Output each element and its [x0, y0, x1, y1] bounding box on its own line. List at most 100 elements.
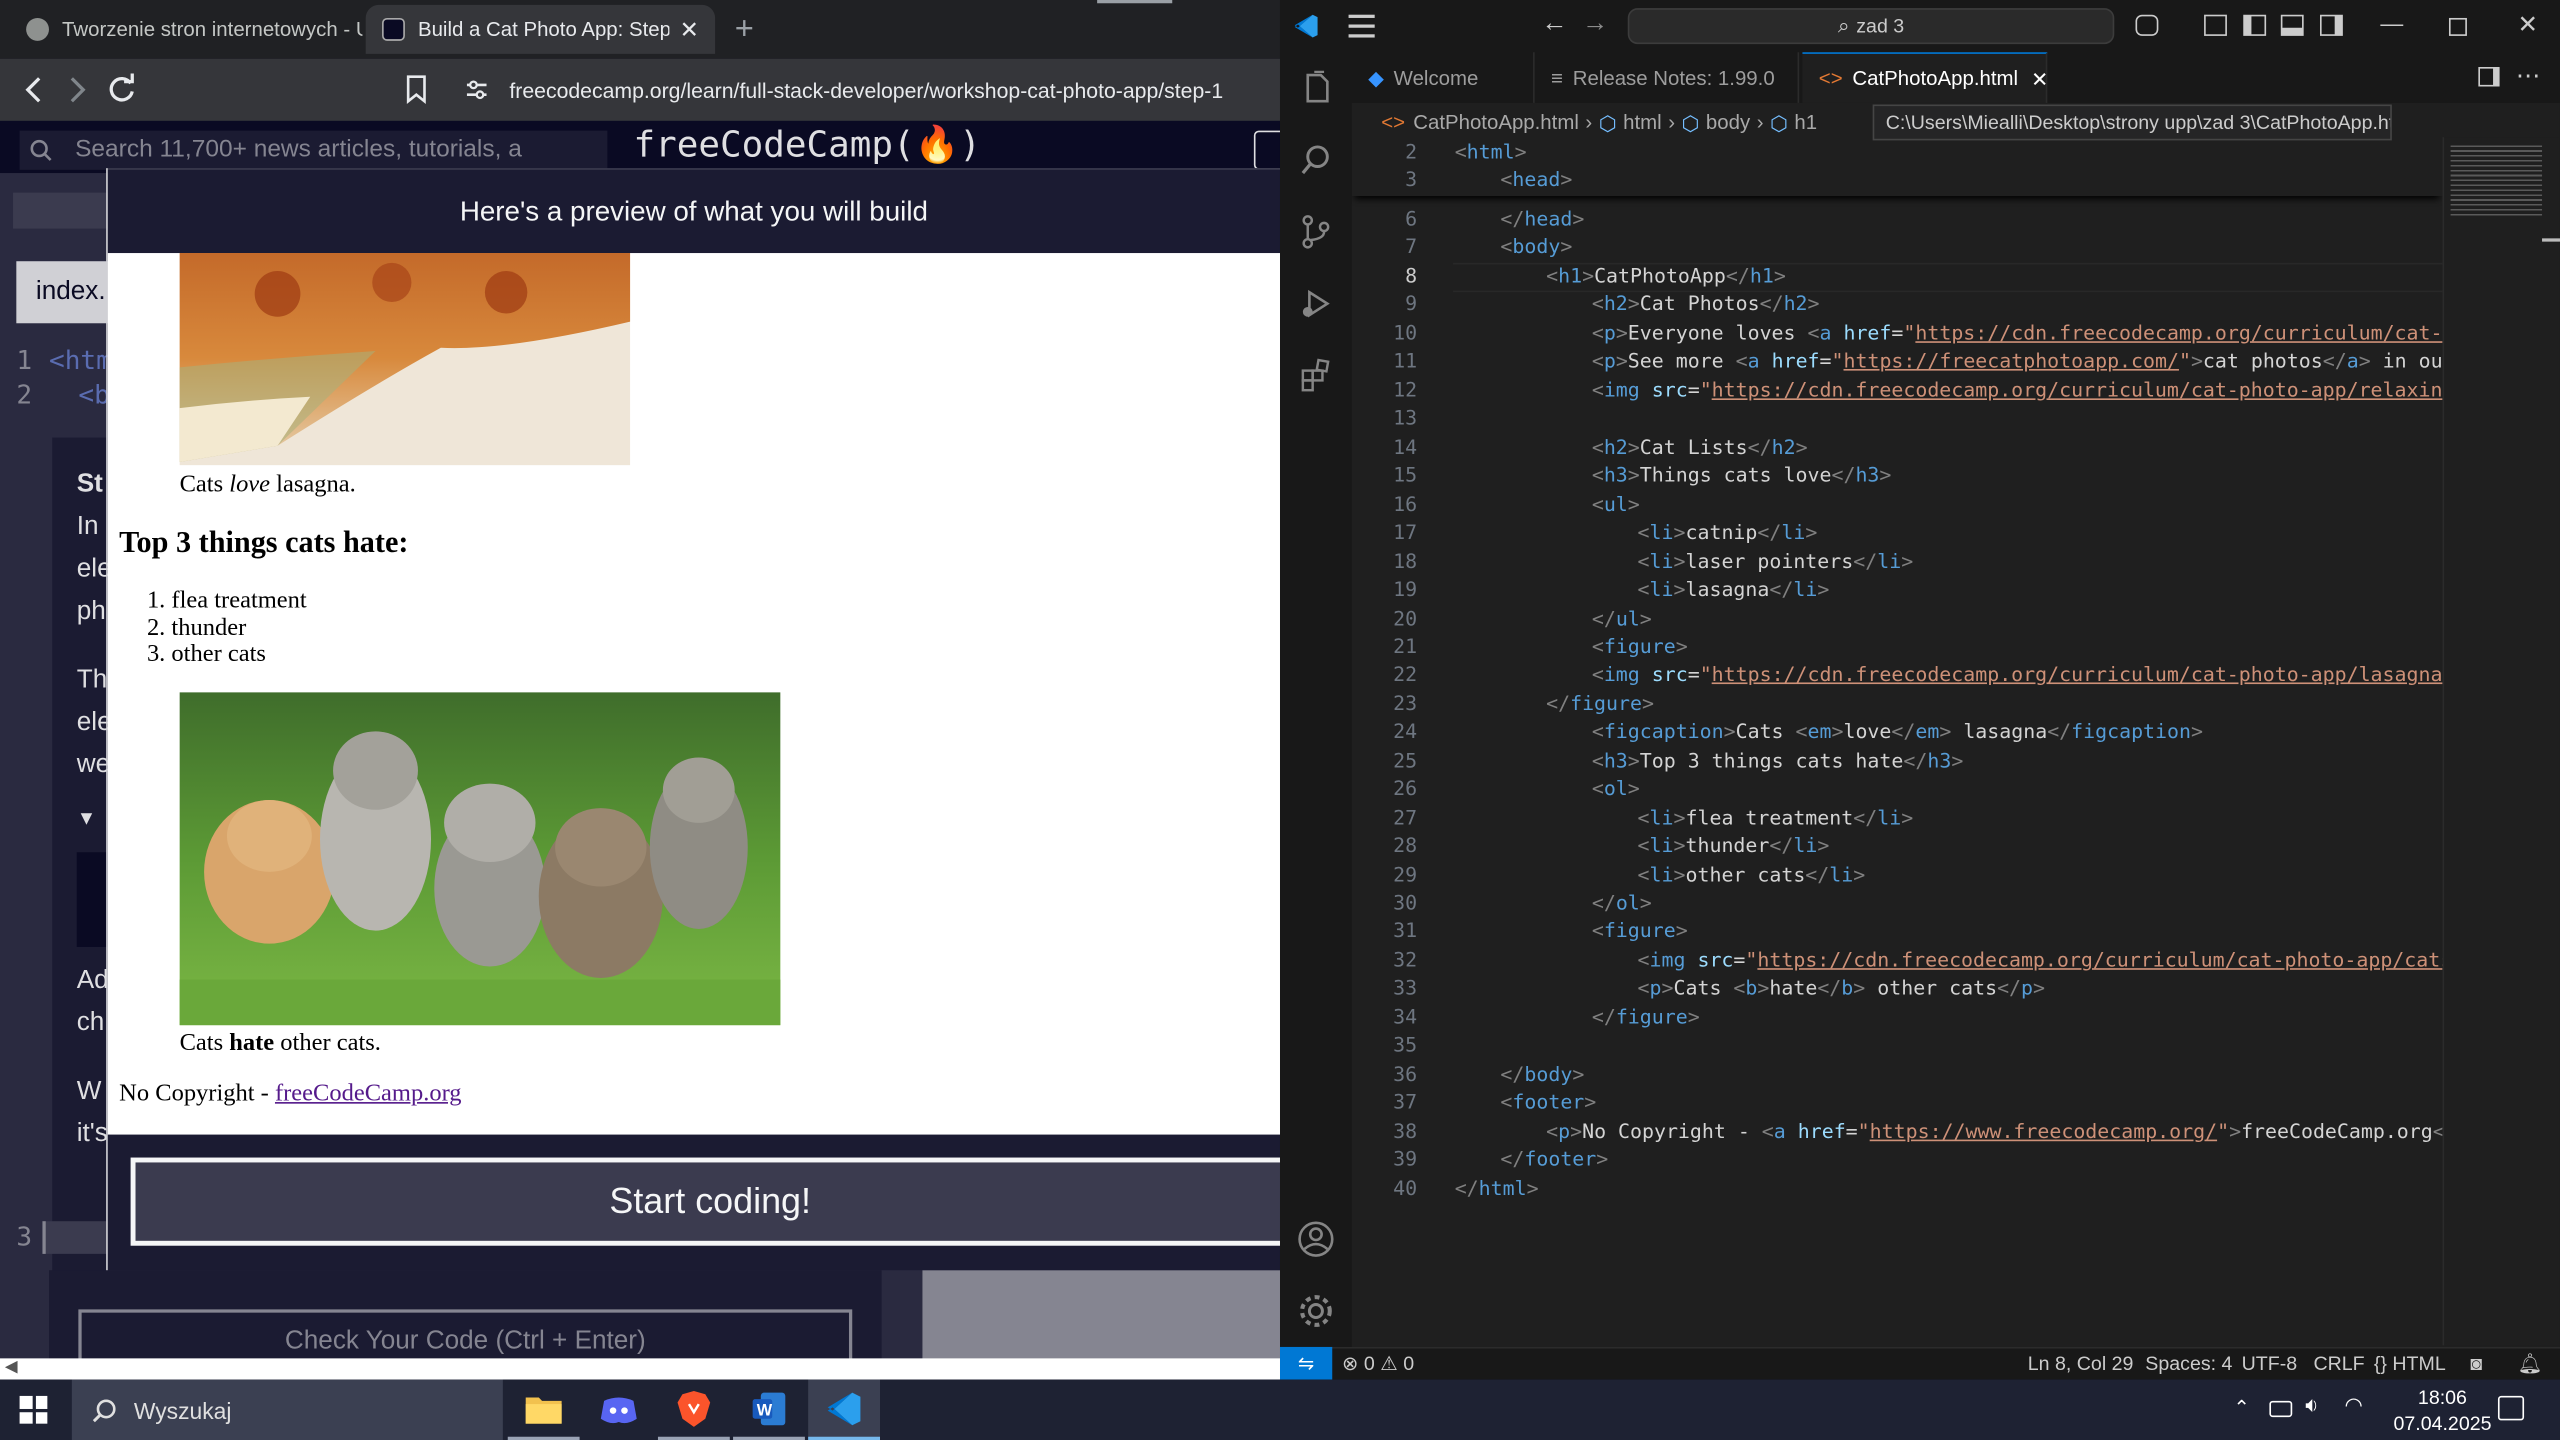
toggle-panel-icon[interactable]: [2280, 14, 2304, 36]
line-number: 24: [1393, 719, 1418, 743]
copilot-icon[interactable]: [2135, 14, 2159, 36]
indentation[interactable]: Spaces: 4: [2145, 1352, 2232, 1375]
instruction-line: W: [76, 1077, 102, 1106]
line-number: 18: [1393, 550, 1418, 574]
browser-tab-label: Tworzenie stron internetowych - Un: [62, 17, 363, 41]
command-center[interactable]: ⌕ zad 3: [1627, 8, 2115, 45]
maximize-icon[interactable]: [2448, 17, 2467, 36]
start-button-icon[interactable]: [19, 1395, 48, 1424]
breadcrumb-item[interactable]: html: [1623, 111, 1662, 134]
more-actions-icon[interactable]: ⋯: [2516, 60, 2540, 90]
vscode-taskbar-icon[interactable]: [808, 1379, 880, 1440]
code-line: <p>See more <a href="https://freecatphot…: [1591, 349, 2443, 373]
footer-link[interactable]: freeCodeCamp.org: [275, 1081, 462, 1107]
brave-browser-icon[interactable]: [657, 1380, 730, 1440]
line-number: 38: [1393, 1119, 1418, 1143]
fcc-search-input[interactable]: Search 11,700+ news articles, tutorials,…: [19, 130, 608, 170]
line-number: 40: [1393, 1177, 1418, 1200]
code-line: </ul>: [1591, 607, 1652, 631]
notifications-bell-icon[interactable]: 🔔︎: [2518, 1352, 2543, 1375]
code-line: </html>: [1454, 1177, 1539, 1200]
file-explorer-icon[interactable]: [507, 1380, 580, 1440]
extensions-icon[interactable]: [1280, 340, 1352, 412]
code-editor[interactable]: 2 3 6 7 8 9 10 11 12 13 14 15 16 17 18 19 20 21 22 23 24 25 26…: [1352, 137, 2443, 1345]
line-ending[interactable]: CRLF: [2313, 1352, 2364, 1375]
chevron-right-icon: ›: [1668, 111, 1676, 134]
code-line: <footer>: [1500, 1090, 1597, 1114]
source-control-icon[interactable]: [1280, 196, 1352, 268]
search-view-icon[interactable]: [1280, 124, 1352, 196]
nav-forward-icon[interactable]: →: [1582, 10, 1608, 39]
code-line: </footer>: [1500, 1147, 1609, 1171]
forward-icon[interactable]: [62, 75, 91, 104]
code-line: <img src="https://cdn.freecodecamp.org/c…: [1637, 948, 2443, 972]
taskbar-search[interactable]: Wyszukaj: [71, 1379, 503, 1440]
line-number: 21: [1393, 635, 1418, 658]
breadcrumb-item[interactable]: CatPhotoApp.html: [1413, 111, 1579, 134]
problems-indicator[interactable]: ⊗ 0 ⚠ 0: [1342, 1352, 1414, 1375]
browser-tab-cat-photo[interactable]: Build a Cat Photo App: Step 1 | ✕: [365, 4, 716, 54]
close-tab-icon[interactable]: ✕: [680, 16, 699, 44]
battery-icon[interactable]: [2269, 1400, 2293, 1418]
cursor-position[interactable]: Ln 8, Col 29: [2028, 1352, 2134, 1375]
file-tab-index[interactable]: index.: [16, 261, 112, 324]
breadcrumb-item[interactable]: h1: [1794, 111, 1817, 134]
discord-icon[interactable]: [583, 1380, 655, 1440]
notification-center-icon[interactable]: [2497, 1395, 2525, 1421]
start-coding-button[interactable]: Start coding!: [130, 1157, 1280, 1246]
svg-text:W: W: [757, 1401, 773, 1419]
tab-welcome[interactable]: ◆ Welcome: [1352, 52, 1535, 103]
instruction-line: St: [76, 470, 103, 498]
remote-icon[interactable]: ⇋: [1279, 1346, 1333, 1380]
nav-back-icon[interactable]: ←: [1541, 10, 1567, 39]
language-icon[interactable]: [1253, 130, 1280, 170]
close-tab-icon[interactable]: ✕: [2031, 66, 2048, 91]
horizontal-scrollbar[interactable]: ◀: [0, 1358, 1280, 1380]
bg-code-line-3: [42, 1221, 108, 1254]
word-icon[interactable]: W: [733, 1380, 805, 1440]
minimize-icon[interactable]: —: [2380, 10, 2403, 36]
scroll-left-icon[interactable]: ◀: [5, 1358, 18, 1376]
new-tab-icon[interactable]: +: [735, 11, 754, 49]
minimap-cursor: [2542, 238, 2560, 242]
code-line: <body>: [1500, 235, 1573, 258]
address-bar[interactable]: freecodecamp.org/learn/full-stack-develo…: [454, 70, 1280, 111]
accounts-icon[interactable]: [1280, 1203, 1352, 1275]
volume-icon[interactable]: 🔉︎: [2305, 1393, 2318, 1419]
tab-catphotoapp[interactable]: <> CatPhotoApp.html ✕: [1802, 52, 2048, 103]
settings-gear-icon[interactable]: [1280, 1275, 1352, 1347]
tab-release-notes[interactable]: ≡ Release Notes: 1.99.0: [1535, 52, 1800, 103]
list-item: 2. thunder: [146, 614, 247, 641]
triangle-icon[interactable]: ▼: [77, 797, 108, 839]
code-line: <html>: [1454, 140, 1527, 164]
wifi-icon[interactable]: ◠: [2344, 1393, 2363, 1419]
layout-icon[interactable]: [2204, 14, 2227, 36]
split-editor-icon[interactable]: [2478, 66, 2500, 87]
menu-icon[interactable]: [1348, 14, 1375, 38]
language-mode[interactable]: {} HTML: [2374, 1352, 2446, 1375]
explorer-icon[interactable]: [1280, 52, 1352, 124]
line-number: 23: [1393, 692, 1418, 716]
bookmark-icon[interactable]: [402, 73, 431, 106]
show-hidden-icons-icon[interactable]: ⌃: [2233, 1396, 2249, 1419]
encoding[interactable]: UTF-8: [2242, 1352, 2298, 1375]
browser-tab-tworzenie[interactable]: Tworzenie stron internetowych - Un: [10, 5, 363, 54]
back-icon[interactable]: [20, 75, 49, 104]
reload-icon[interactable]: [106, 73, 139, 106]
breadcrumb-item[interactable]: body: [1706, 111, 1750, 134]
toggle-sidebar-icon[interactable]: [2243, 14, 2267, 36]
minimap[interactable]: [2442, 137, 2560, 1346]
clock[interactable]: 18:06 07.04.2025: [2393, 1384, 2491, 1436]
run-debug-icon[interactable]: [1280, 268, 1352, 340]
line-number: 37: [1393, 1090, 1418, 1114]
copilot-status-icon[interactable]: ◙: [2470, 1352, 2482, 1375]
vscode-logo-icon: [1294, 14, 1318, 38]
toggle-secondary-sidebar-icon[interactable]: [2319, 14, 2343, 36]
fcc-logo[interactable]: freeCodeCamp(🔥): [633, 126, 980, 167]
browser-window: Tworzenie stron internetowych - Un Build…: [0, 0, 1280, 1380]
instruction-line: it's: [76, 1119, 108, 1148]
close-icon[interactable]: ✕: [2518, 10, 2539, 39]
caption-text: other cats.: [274, 1030, 381, 1057]
instruction-line: Th: [76, 666, 108, 694]
code-line: <p>Cats <b>hate</b> other cats</p>: [1637, 976, 2046, 1000]
